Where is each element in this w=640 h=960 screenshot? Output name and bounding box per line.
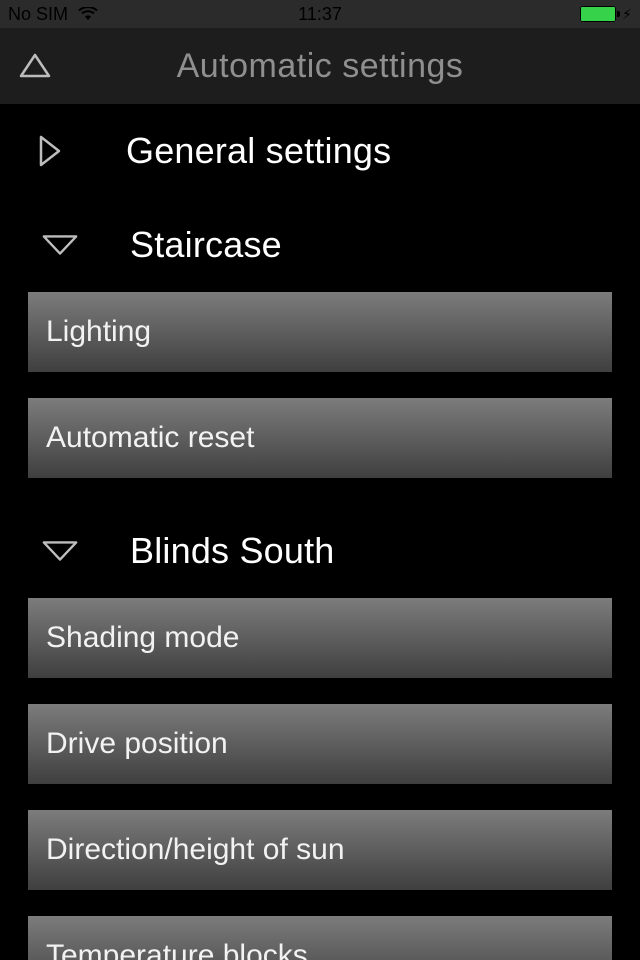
section-label-blinds-south: Blinds South <box>130 530 335 572</box>
status-bar: No SIM 11:37 ⚡︎ <box>0 0 640 28</box>
section-blinds-south[interactable]: Blinds South <box>0 504 640 598</box>
item-label: Automatic reset <box>46 421 254 455</box>
item-label: Temperature blocks <box>46 939 308 960</box>
item-drive-position[interactable]: Drive position <box>28 704 612 784</box>
item-shading-mode[interactable]: Shading mode <box>28 598 612 678</box>
status-right: ⚡︎ <box>580 6 632 23</box>
content: General settings Staircase Lighting Auto… <box>0 104 640 960</box>
app-header: Automatic settings <box>0 28 640 104</box>
section-general[interactable]: General settings <box>0 104 640 198</box>
battery-icon <box>580 6 616 22</box>
item-automatic-reset[interactable]: Automatic reset <box>28 398 612 478</box>
item-label: Lighting <box>46 315 151 349</box>
triangle-down-icon <box>40 538 80 564</box>
wifi-icon <box>78 7 98 21</box>
item-label: Shading mode <box>46 621 239 655</box>
triangle-down-icon <box>40 232 80 258</box>
battery-fill <box>581 7 615 21</box>
page-title: Automatic settings <box>18 47 622 86</box>
item-lighting[interactable]: Lighting <box>28 292 612 372</box>
status-left: No SIM <box>8 4 98 25</box>
item-label: Drive position <box>46 727 228 761</box>
charging-icon: ⚡︎ <box>622 6 632 23</box>
item-label: Direction/height of sun <box>46 833 345 867</box>
sim-status: No SIM <box>8 4 68 25</box>
section-label-general: General settings <box>126 130 391 172</box>
item-direction-height-sun[interactable]: Direction/height of sun <box>28 810 612 890</box>
section-label-staircase: Staircase <box>130 224 282 266</box>
item-temperature-blocks[interactable]: Temperature blocks <box>28 916 612 960</box>
triangle-right-icon <box>30 134 70 168</box>
section-staircase[interactable]: Staircase <box>0 198 640 292</box>
